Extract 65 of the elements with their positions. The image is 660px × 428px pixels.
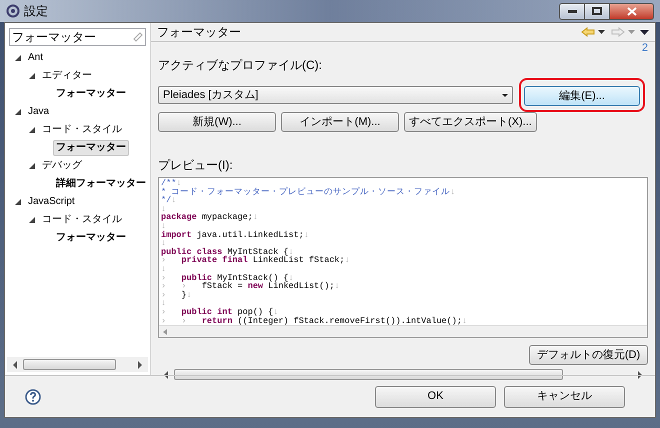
expand-triangle-icon[interactable] (29, 217, 35, 223)
code-line: package mypackage;↓ (161, 213, 259, 222)
dialog-button[interactable]: キャンセル (504, 386, 625, 408)
tree-item[interactable]: コード・スタイル (39, 212, 125, 228)
code-line: ↓ (161, 264, 168, 274)
code-line: public class MyIntStack {↓ (161, 248, 294, 256)
edit-button[interactable]: 編集(E)... (524, 86, 640, 106)
code-line: import java.util.LinkedList;↓ (161, 230, 310, 240)
dialog-button[interactable]: OK (375, 386, 496, 408)
profile-action-button[interactable]: 新規(W)... (158, 112, 276, 132)
maximize-button[interactable] (585, 2, 610, 20)
scroll-right-icon[interactable] (136, 360, 144, 368)
profile-action-button[interactable]: すべてエクスポート(X)... (404, 112, 537, 132)
preview-label: プレビュー(I): (158, 157, 234, 174)
tree-item[interactable]: フォーマッター (53, 230, 129, 246)
code-line: ↓ (161, 239, 166, 248)
filter-field[interactable]: フォーマッター (9, 28, 146, 46)
link-text[interactable]: 2 (642, 42, 648, 54)
tree-item[interactable]: Java (25, 104, 52, 120)
code-line: /**↓ (161, 179, 182, 188)
tree-item[interactable]: エディター (39, 68, 95, 84)
scroll-left-icon[interactable] (162, 370, 170, 378)
scroll-left-icon[interactable] (11, 360, 19, 368)
code-line: * コード・フォーマッター・プレビューのサンプル・ソース・ファイル↓ (161, 188, 456, 196)
expand-triangle-icon[interactable] (15, 199, 21, 205)
restore-defaults-button[interactable]: デフォルトの復元(D) (529, 345, 648, 365)
dropdown-caret-icon[interactable] (502, 94, 508, 96)
horizontal-scrollbar[interactable] (7, 357, 148, 372)
code-line: › › fStack = new LinkedList();↓ (161, 282, 341, 291)
code-line: ↓ (161, 299, 168, 308)
menu-caret-icon[interactable] (640, 30, 649, 34)
tree-item[interactable]: フォーマッター (53, 140, 129, 156)
scrollbar-thumb[interactable] (174, 369, 564, 380)
tree-item[interactable]: コード・スタイル (39, 122, 125, 138)
minimize-button[interactable] (559, 2, 585, 20)
profile-label: アクティブなプロファイル(C): (158, 57, 323, 74)
code-line: › private final LinkedList fStack;↓ (161, 256, 351, 265)
help-icon[interactable] (25, 388, 41, 404)
expand-triangle-icon[interactable] (29, 163, 35, 169)
code-line: ↓ (161, 222, 166, 231)
code-line: › }↓ (161, 290, 193, 300)
expand-triangle-icon[interactable] (29, 73, 35, 79)
expand-triangle-icon[interactable] (15, 109, 21, 115)
code-line: */↓ (161, 196, 178, 205)
dropdown-caret-icon[interactable] (598, 30, 605, 34)
code-line: › public MyIntStack() {↓ (161, 274, 294, 282)
close-icon[interactable] (626, 6, 636, 16)
scrollbar-thumb[interactable] (23, 359, 116, 370)
tree-item[interactable]: フォーマッター (53, 86, 129, 102)
tree-item[interactable]: JavaScript (25, 194, 78, 210)
tree-item[interactable]: Ant (25, 50, 46, 66)
scroll-right-icon[interactable] (636, 370, 644, 378)
tree-item[interactable]: デバッグ (39, 158, 85, 174)
close-button[interactable] (610, 2, 654, 20)
code-line: ↓ (161, 204, 166, 214)
page-title: フォーマッター (157, 24, 241, 41)
code-line: › › return ((Integer) fStack.removeFirst()).intValue();↓ (161, 316, 468, 325)
profile-action-button[interactable]: インポート(M)... (281, 112, 399, 132)
window-title: 設定 (24, 3, 48, 20)
profile-dropdown[interactable]: Pleiades [カスタム] (158, 86, 513, 104)
expand-triangle-icon[interactable] (15, 55, 21, 61)
horizontal-scrollbar[interactable] (159, 325, 647, 337)
expand-triangle-icon[interactable] (29, 127, 35, 133)
code-line: › public int pop() {↓ (161, 308, 278, 316)
tree-item[interactable]: 詳細フォーマッター (53, 176, 149, 192)
